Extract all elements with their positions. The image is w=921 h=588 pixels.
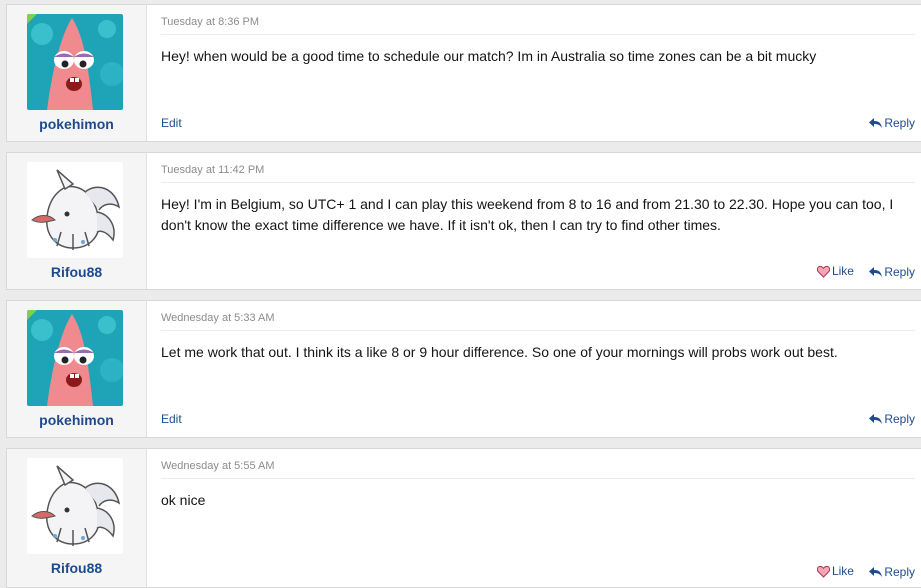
message-post: Rifou88 Wednesday at 5:55 AM ok nice Lik… [6, 448, 921, 588]
reply-arrow-icon [869, 266, 883, 277]
message-actions: Reply [857, 116, 915, 132]
edit-link[interactable]: Edit [161, 116, 182, 130]
reply-arrow-icon [869, 566, 883, 577]
reply-label: Reply [884, 412, 915, 426]
divider [161, 478, 915, 479]
message-post: Rifou88 Tuesday at 11:42 PM Hey! I'm in … [6, 152, 921, 290]
username[interactable]: Rifou88 [7, 264, 146, 280]
message-cell: Tuesday at 11:42 PM Hey! I'm in Belgium,… [147, 153, 921, 289]
message-footer: Like Reply [161, 563, 915, 581]
message-actions: Like Reply [805, 564, 915, 581]
message-cell: Wednesday at 5:33 AM Let me work that ou… [147, 301, 921, 437]
reply-button[interactable]: Reply [869, 565, 915, 579]
reply-label: Reply [884, 564, 915, 579]
reply-button[interactable]: Reply [869, 116, 915, 130]
like-button[interactable]: Like [816, 564, 854, 578]
edit-link[interactable]: Edit [161, 412, 182, 426]
username[interactable]: Rifou88 [7, 560, 146, 576]
divider [161, 330, 915, 331]
reply-label: Reply [884, 264, 915, 279]
user-cell: Rifou88 [7, 153, 147, 289]
message-post: pokehimon Wednesday at 5:33 AM Let me wo… [6, 300, 921, 438]
message-actions: Like Reply [805, 264, 915, 281]
like-label: Like [831, 264, 854, 278]
message-body: ok nice [161, 492, 206, 508]
message-body: Hey! when would be a good time to schedu… [161, 48, 817, 64]
like-label: Like [831, 564, 854, 578]
message-footer: Edit Reply [161, 411, 915, 429]
user-cell: pokehimon [7, 301, 147, 437]
message-body: Hey! I'm in Belgium, so UTC+ 1 and I can… [161, 196, 894, 233]
post-date[interactable]: Wednesday at 5:55 AM [161, 460, 275, 472]
reply-arrow-icon [869, 118, 883, 128]
post-date[interactable]: Wednesday at 5:33 AM [161, 312, 275, 324]
avatar[interactable] [27, 310, 123, 406]
avatar[interactable] [27, 162, 123, 258]
like-heart-icon [816, 265, 830, 278]
message-footer: Edit Reply [161, 115, 915, 133]
reply-label: Reply [884, 116, 915, 130]
user-cell: Rifou88 [7, 449, 147, 587]
divider [161, 34, 915, 35]
message-post: pokehimon Tuesday at 8:36 PM Hey! when w… [6, 4, 921, 142]
post-date[interactable]: Tuesday at 11:42 PM [161, 164, 264, 176]
reply-arrow-icon [869, 414, 883, 424]
avatar[interactable] [27, 458, 123, 554]
reply-button[interactable]: Reply [869, 412, 915, 426]
like-button[interactable]: Like [816, 264, 854, 278]
avatar[interactable] [27, 14, 123, 110]
user-cell: pokehimon [7, 5, 147, 141]
username[interactable]: pokehimon [7, 412, 146, 428]
message-footer: Like Reply [161, 263, 915, 281]
message-cell: Wednesday at 5:55 AM ok nice Like Reply [147, 449, 921, 587]
like-heart-icon [816, 565, 830, 578]
username[interactable]: pokehimon [7, 116, 146, 132]
post-date[interactable]: Tuesday at 8:36 PM [161, 16, 259, 28]
reply-button[interactable]: Reply [869, 265, 915, 279]
message-thread: pokehimon Tuesday at 8:36 PM Hey! when w… [0, 0, 921, 588]
message-body: Let me work that out. I think its a like… [161, 344, 838, 360]
message-actions: Reply [857, 412, 915, 428]
message-cell: Tuesday at 8:36 PM Hey! when would be a … [147, 5, 921, 141]
divider [161, 182, 915, 183]
